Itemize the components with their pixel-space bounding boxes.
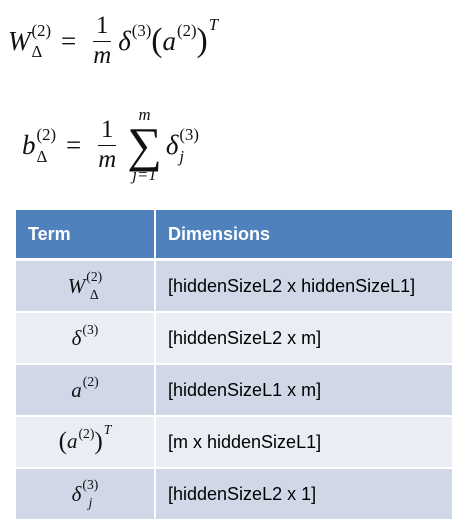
term-delta-j-subscript: j [88,495,93,510]
eq1-lhs-superscript: (2) [31,20,52,40]
term-transpose-mark: T [103,421,112,437]
equation-bias-gradient: b (2) Δ = 1 m m ∑ j=1 δ (3) j [22,106,199,185]
term-w-symbol: W [67,273,86,298]
eq2-lhs-scripts: (2) Δ [36,125,57,166]
term-cell-a: a (2) [16,365,154,417]
dimension-cell: [m x hiddenSizeL1] [154,417,452,469]
eq2-fraction-denominator: m [98,146,117,174]
dimension-cell: [hiddenSizeL2 x m] [154,313,452,365]
eq2-lhs-subscript: Δ [36,146,48,166]
eq2-lhs-symbol: b [22,130,36,161]
eq1-lhs-symbol: W [8,25,31,56]
eq1-delta: δ [118,25,131,56]
eq2-delta-scripts: (3) j [179,125,199,166]
dimension-cell: [hiddenSizeL2 x 1] [154,469,452,521]
eq1-a-superscript: (2) [177,20,197,40]
term-cell-a-transpose: ( a (2) ) T [16,417,154,469]
eq1-lhs-scripts: (2) Δ [31,20,52,62]
eq2-delta-superscript: (3) [179,125,199,145]
dimension-cell: [hiddenSizeL2 x hiddenSizeL1] [154,261,452,313]
table-row: ( a (2) ) T [m x hiddenSizeL1] [16,417,452,469]
eq2-summation: m ∑ j=1 [127,106,162,185]
table-header-row: Term Dimensions [16,210,452,261]
term-cell-delta: δ (3) [16,313,154,365]
header-term: Term [16,210,154,261]
header-dimensions: Dimensions [154,210,452,261]
term-w-scripts: (2) Δ [86,268,103,302]
term-cell-w-delta: W (2) Δ [16,261,154,313]
eq2-sum-lower-limit: j=1 [132,165,157,185]
term-delta-j-symbol: δ [71,481,82,506]
eq1-transpose: T [208,15,219,35]
eq2-lhs-superscript: (2) [36,125,57,145]
eq2-sum-symbol: ∑ [127,117,162,172]
term-a-open-paren: ( [58,428,67,456]
eq1-lhs-subscript: Δ [31,42,43,62]
equation-weight-gradient: W (2) Δ = 1 m δ (3) ( a (2) ) T [8,13,219,69]
eq1-close-paren: ) [196,22,208,60]
eq1-a: a [162,25,177,56]
term-cell-delta-j: δ (3) j [16,469,154,521]
eq1-fraction: 1 m [90,13,114,69]
term-w-subscript: Δ [89,287,99,302]
terms-dimensions-table: Term Dimensions W (2) Δ [hiddenSizeL2 x … [16,210,452,521]
term-delta-superscript: (3) [82,321,99,337]
table-row: W (2) Δ [hiddenSizeL2 x hiddenSizeL1] [16,261,452,313]
dimension-cell: [hiddenSizeL1 x m] [154,365,452,417]
eq1-open-paren: ( [151,22,163,60]
term-a-close-paren: ) [94,428,103,456]
term-delta-j-scripts: (3) j [82,476,99,510]
eq1-fraction-numerator: 1 [93,13,112,42]
eq2-fraction-numerator: 1 [98,117,117,147]
eq1-delta-superscript: (3) [131,20,152,40]
term-delta-symbol: δ [71,325,82,350]
eq1-fraction-denominator: m [93,41,112,69]
table-row: δ (3) [hiddenSizeL2 x m] [16,313,452,365]
term-delta-j-superscript: (3) [82,476,99,492]
table-row: δ (3) j [hiddenSizeL2 x 1] [16,469,452,521]
eq2-delta-subscript: j [179,146,185,166]
eq2-equals: = [66,130,82,161]
term-a-transpose-symbol: a [67,429,78,454]
term-w-superscript: (2) [86,268,103,284]
eq1-equals: = [61,25,77,56]
table-row: a (2) [hiddenSizeL1 x m] [16,365,452,417]
eq2-delta: δ [165,130,179,161]
term-a-transpose-superscript: (2) [78,425,95,441]
term-a-superscript: (2) [82,373,99,389]
term-a-symbol: a [71,377,82,402]
eq2-fraction: 1 m [95,117,119,174]
